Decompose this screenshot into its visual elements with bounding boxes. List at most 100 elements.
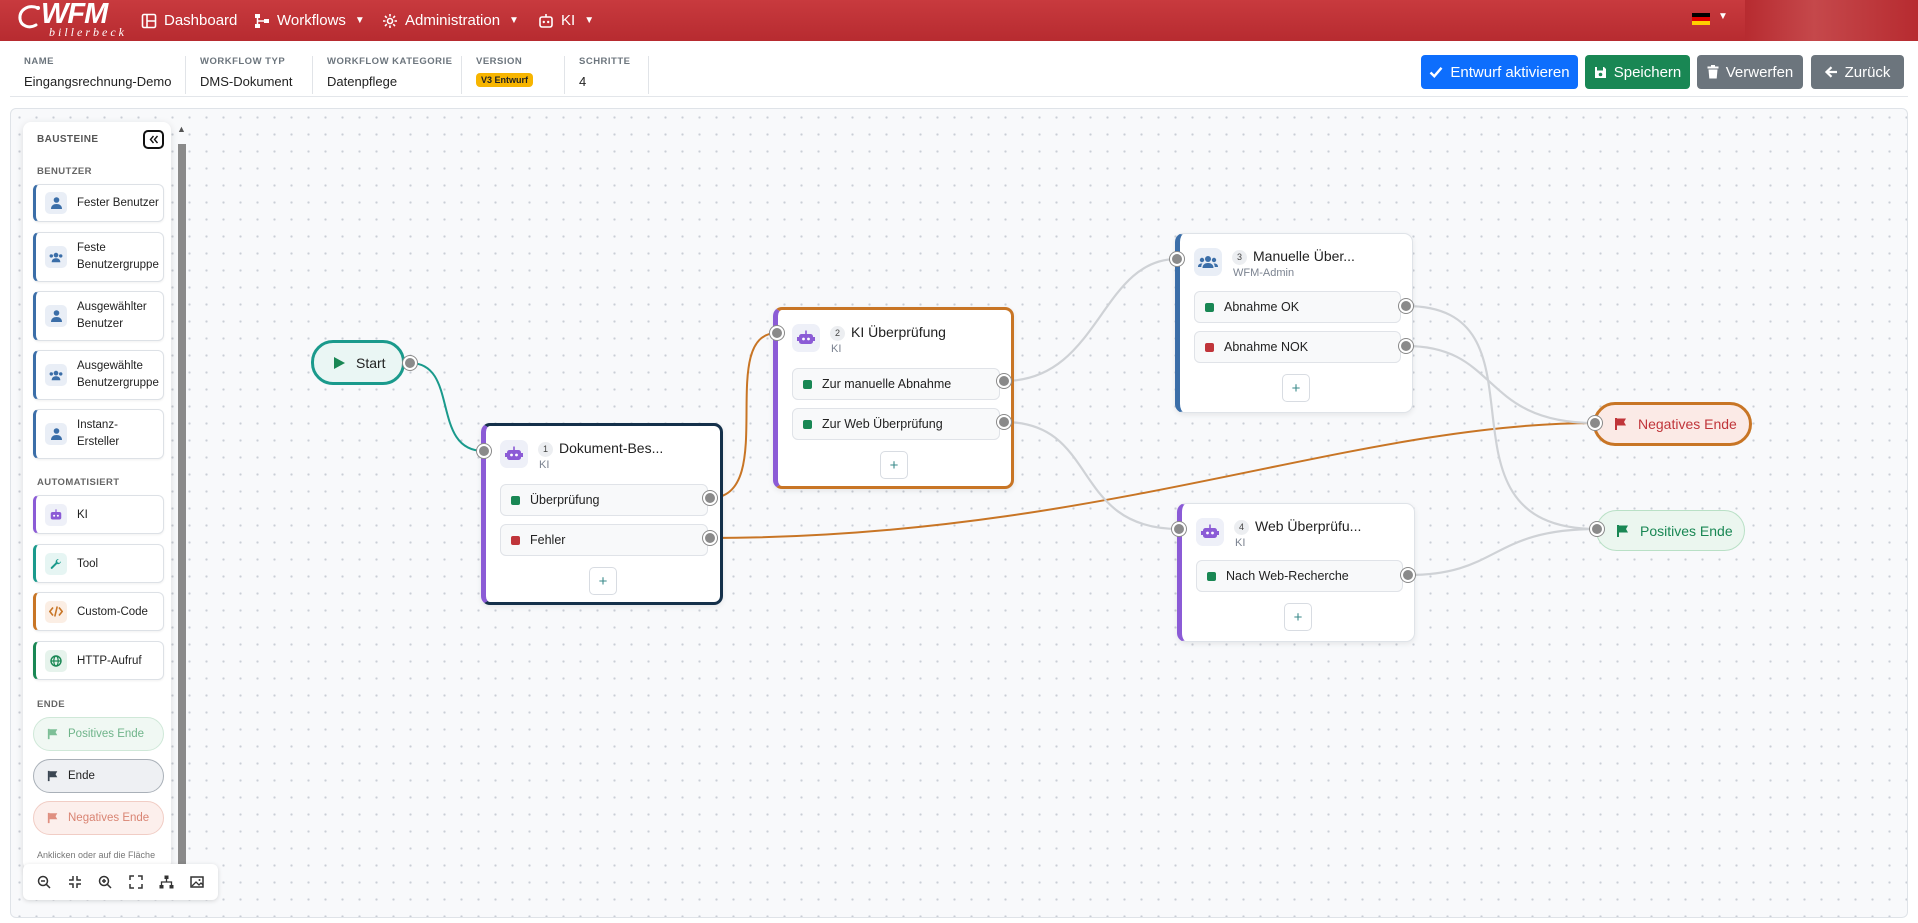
step-number: 2: [830, 325, 845, 341]
robot-icon: [500, 440, 528, 468]
output-handle[interactable]: [997, 415, 1011, 429]
auto-layout-button[interactable]: [155, 871, 177, 893]
step-number: 4: [1234, 519, 1249, 535]
input-handle[interactable]: [770, 326, 784, 340]
node-web-ueberpruefung[interactable]: 4 Web Überprüfu... KI Nach Web-Recherche …: [1177, 503, 1415, 642]
block-instanz-ersteller[interactable]: Instanz- Ersteller: [33, 409, 164, 459]
add-port-button[interactable]: +: [589, 567, 617, 595]
port-zur-manuelle-abnahme[interactable]: Zur manuelle Abnahme: [792, 368, 1000, 400]
node-ki-ueberpruefung[interactable]: 2 KI Überprüfung KI Zur manuelle Abnahme …: [773, 307, 1014, 489]
output-handle[interactable]: [1399, 299, 1413, 313]
port-abnahme-ok[interactable]: Abnahme OK: [1194, 291, 1401, 323]
positive-end-node[interactable]: Positives Ende: [1596, 510, 1745, 551]
block-ausgewaehlte-benutzergruppe[interactable]: Ausgewählte Benutzergruppe: [33, 350, 164, 400]
wire-node4-to-positive: [1407, 527, 1598, 577]
expand-icon: [129, 875, 143, 889]
palette-hint: Anklicken oder auf die Fläche: [37, 850, 156, 860]
input-handle[interactable]: [1588, 416, 1602, 430]
user-icon: [45, 305, 67, 327]
success-marker: [1207, 571, 1216, 581]
block-tool[interactable]: Tool: [33, 544, 164, 583]
wire-start-to-node1: [409, 362, 485, 452]
block-http-aufruf[interactable]: HTTP-Aufruf: [33, 641, 164, 680]
zoom-in-button[interactable]: [94, 871, 116, 893]
building-blocks-panel: BAUSTEINE BENUTZER Fester Benutzer Feste…: [23, 122, 171, 870]
user-icon: [45, 192, 67, 214]
section-users: BENUTZER: [37, 166, 92, 177]
start-node[interactable]: Start: [311, 340, 405, 385]
block-custom-code[interactable]: Custom-Code: [33, 592, 164, 631]
block-negatives-ende[interactable]: Negatives Ende: [33, 801, 164, 835]
image-icon: [190, 876, 204, 888]
add-port-button[interactable]: +: [1282, 374, 1310, 402]
flag-icon: [1617, 524, 1628, 537]
port-abnahme-nok[interactable]: Abnahme NOK: [1194, 331, 1401, 363]
output-handle[interactable]: [997, 374, 1011, 388]
wire-node3-ok-to-positive: [1405, 304, 1598, 531]
node-title: Manuelle Über...: [1253, 248, 1355, 264]
input-handle[interactable]: [1172, 522, 1186, 536]
users-icon: [45, 364, 67, 386]
section-end: ENDE: [37, 699, 65, 710]
input-handle[interactable]: [1170, 252, 1184, 266]
robot-icon: [1196, 518, 1224, 546]
port-ueberpruefung[interactable]: Überprüfung: [500, 484, 708, 516]
export-image-button[interactable]: [186, 871, 208, 893]
fullscreen-button[interactable]: [125, 871, 147, 893]
globe-icon: [45, 649, 67, 672]
canvas-toolbar: [23, 864, 218, 900]
fit-view-button[interactable]: [64, 871, 86, 893]
block-fester-benutzer[interactable]: Fester Benutzer: [33, 184, 164, 222]
block-ki[interactable]: KI: [33, 495, 164, 534]
node-title: KI Überprüfung: [851, 324, 946, 340]
hierarchy-icon: [159, 875, 174, 889]
palette-scrollbar[interactable]: [178, 144, 186, 868]
output-handle[interactable]: [703, 491, 717, 505]
add-port-button[interactable]: +: [880, 451, 908, 479]
node-dokument-bes[interactable]: 1 Dokument-Bes... KI Überprüfung Fehler +: [481, 423, 723, 605]
flag-icon: [1615, 418, 1626, 430]
add-port-button[interactable]: +: [1284, 603, 1312, 631]
success-marker: [511, 495, 520, 505]
play-icon: [334, 356, 345, 369]
port-nach-web-recherche[interactable]: Nach Web-Recherche: [1196, 560, 1403, 592]
block-feste-benutzergruppe[interactable]: Feste Benutzergruppe: [33, 232, 164, 282]
zoom-out-icon: [38, 875, 51, 889]
scroll-up-arrow[interactable]: ▲: [177, 124, 186, 134]
block-positives-ende[interactable]: Positives Ende: [33, 717, 164, 751]
node-manuelle-ueberpruefung[interactable]: 3 Manuelle Über... WFM-Admin Abnahme OK A…: [1175, 233, 1413, 413]
input-handle[interactable]: [477, 444, 491, 458]
block-ausgewaehlter-benutzer[interactable]: Ausgewählter Benutzer: [33, 291, 164, 341]
success-marker: [1205, 302, 1214, 312]
error-marker: [511, 535, 520, 545]
step-number: 1: [538, 441, 553, 457]
output-handle[interactable]: [403, 356, 417, 370]
users-icon: [1194, 248, 1222, 276]
output-handle[interactable]: [703, 531, 717, 545]
flag-icon: [47, 728, 58, 740]
input-handle[interactable]: [1590, 522, 1604, 536]
wire-node2-manual-to-node3: [1003, 257, 1178, 383]
success-marker: [803, 379, 812, 389]
users-icon: [45, 246, 67, 268]
node-title: Web Überprüfu...: [1255, 518, 1362, 534]
port-zur-web-ueberpruefung[interactable]: Zur Web Überprüfung: [792, 408, 1000, 440]
flag-icon: [47, 812, 58, 824]
node-title: Dokument-Bes...: [559, 440, 664, 456]
compress-icon: [68, 876, 81, 888]
node-subtitle: KI: [539, 458, 550, 471]
success-marker: [803, 419, 812, 429]
chevrons-left-icon: [149, 135, 158, 144]
output-handle[interactable]: [1401, 568, 1415, 582]
zoom-out-button[interactable]: [33, 871, 55, 893]
block-ende[interactable]: Ende: [33, 759, 164, 793]
port-fehler[interactable]: Fehler: [500, 524, 708, 556]
wrench-icon: [45, 552, 67, 575]
collapse-panel-button[interactable]: [143, 130, 164, 149]
step-number: 3: [1232, 249, 1247, 265]
section-automated: AUTOMATISIERT: [37, 477, 120, 488]
wire-node3-nok-to-negative: [1405, 344, 1596, 425]
output-handle[interactable]: [1399, 339, 1413, 353]
robot-icon: [45, 503, 67, 526]
negative-end-node[interactable]: Negatives Ende: [1593, 402, 1752, 446]
